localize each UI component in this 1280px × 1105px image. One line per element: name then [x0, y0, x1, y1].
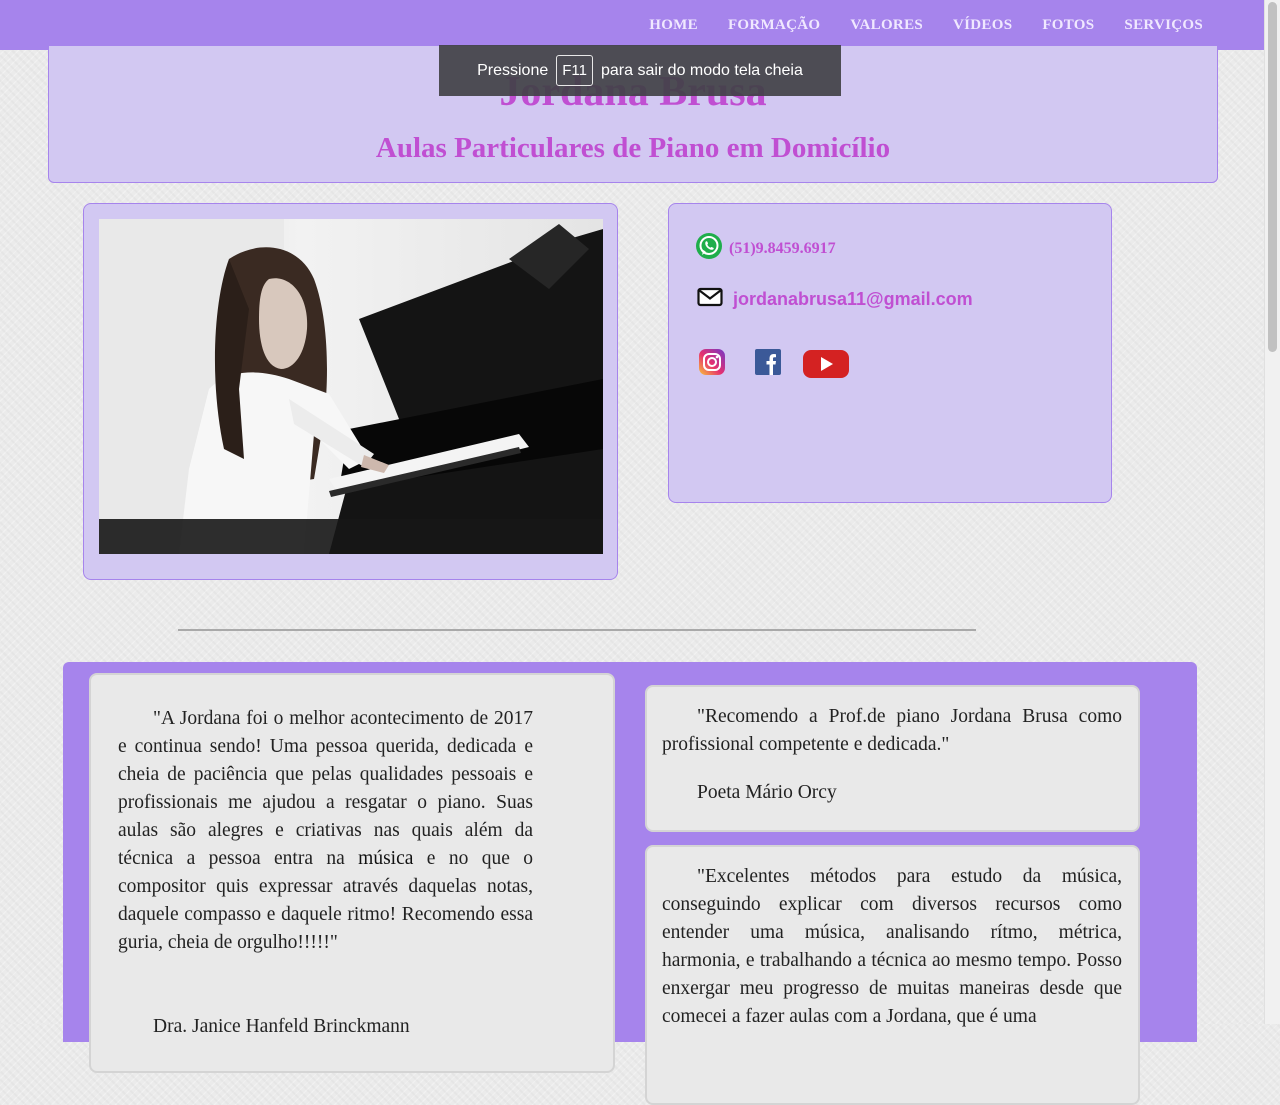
contact-card: (51)9.8459.6917 jordanabrusa11@gmail.com: [668, 203, 1112, 503]
testimonial-card: "Recomendo a Prof.de piano Jordana Brusa…: [645, 685, 1140, 832]
testimonial-text: "Excelentes métodos para estudo da músic…: [662, 866, 1122, 1027]
facebook-icon[interactable]: [755, 349, 781, 380]
nav-home[interactable]: HOME: [649, 17, 698, 34]
testimonial-author: Poeta Mário Orcy: [697, 782, 837, 803]
fullscreen-notice-prefix: Pressione: [477, 61, 549, 79]
testimonial-card: "Excelentes métodos para estudo da músic…: [645, 845, 1140, 1105]
email-row[interactable]: jordanabrusa11@gmail.com: [697, 287, 973, 312]
testimonial-card: "A Jordana foi o melhor acontecimento de…: [89, 673, 615, 1073]
fullscreen-notice-suffix: para sair do modo tela cheia: [600, 61, 803, 79]
testimonial-author: Dra. Janice Hanfeld Brinckmann: [153, 1016, 410, 1037]
testimonial-text-part1: "A Jordana foi o melhor acontecimento de…: [118, 708, 533, 869]
youtube-icon[interactable]: [802, 349, 850, 384]
phone-row[interactable]: (51)9.8459.6917: [695, 232, 836, 265]
photo-card: [83, 203, 618, 580]
nav-videos[interactable]: VÍDEOS: [953, 17, 1012, 34]
nav-formacao[interactable]: FORMAÇÃO: [728, 17, 820, 34]
nav-valores[interactable]: VALORES: [850, 17, 923, 34]
testimonial-text: "Recomendo a Prof.de piano Jordana Brusa…: [662, 706, 1122, 755]
envelope-icon: [697, 287, 723, 312]
nav-servicos[interactable]: SERVIÇOS: [1124, 17, 1203, 34]
musica-link[interactable]: música: [358, 848, 413, 869]
testimonials-section: "A Jordana foi o melhor acontecimento de…: [63, 662, 1197, 1105]
whatsapp-icon: [695, 232, 723, 265]
nav-menu: HOME FORMAÇÃO VALORES VÍDEOS FOTOS SERVI…: [649, 0, 1203, 50]
nav-fotos[interactable]: FOTOS: [1042, 17, 1094, 34]
f11-key: F11: [556, 55, 593, 86]
email-address: jordanabrusa11@gmail.com: [733, 289, 973, 309]
top-navbar: HOME FORMAÇÃO VALORES VÍDEOS FOTOS SERVI…: [0, 0, 1265, 50]
pianist-photo: [99, 219, 603, 554]
section-divider: [178, 629, 976, 631]
instagram-icon[interactable]: [698, 348, 726, 381]
site-subtitle: Aulas Particulares de Piano em Domicílio: [375, 132, 891, 164]
page-scrollbar[interactable]: [1264, 0, 1280, 1024]
phone-number: (51)9.8459.6917: [729, 239, 836, 257]
fullscreen-notice: Pressione F11 para sair do modo tela che…: [439, 45, 841, 96]
testimonial-text: "A Jordana foi o melhor acontecimento de…: [118, 705, 533, 957]
scrollbar-thumb[interactable]: [1268, 2, 1277, 352]
